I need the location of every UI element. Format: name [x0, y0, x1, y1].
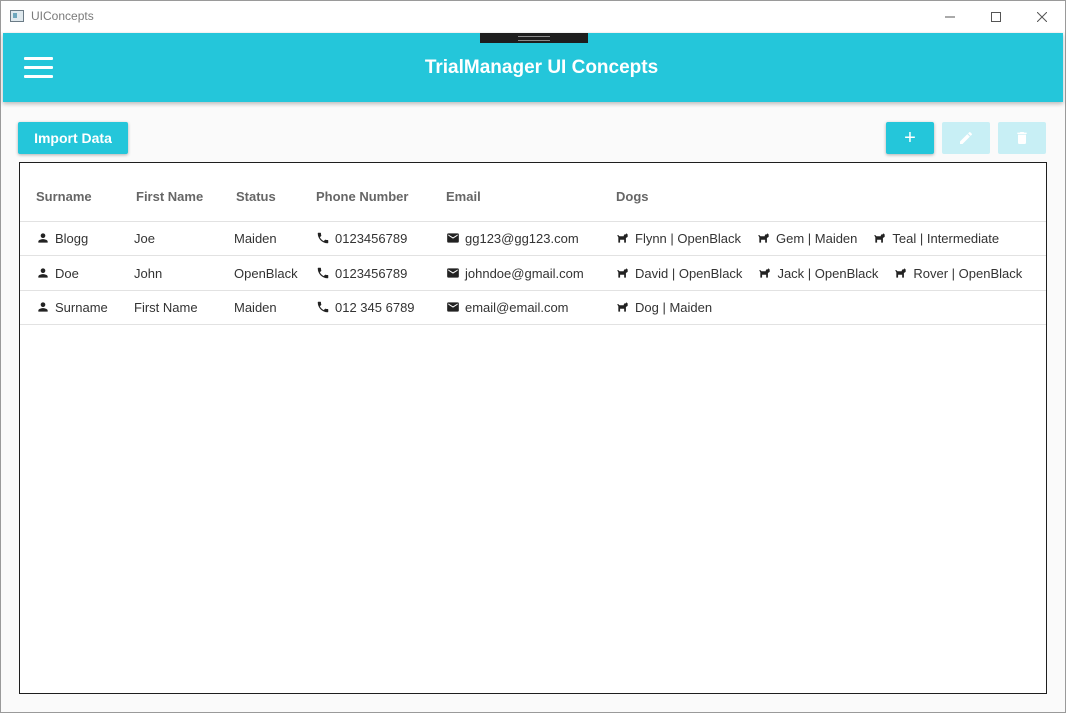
person-icon [38, 268, 48, 278]
table-row[interactable]: Surname First Name Maiden 012 345 6789 e… [20, 290, 1046, 325]
surname-text: Doe [55, 265, 79, 281]
phone-cell: 0123456789 [316, 221, 407, 255]
pencil-icon [960, 131, 973, 144]
dog-icon [895, 268, 907, 278]
surname-text: Blogg [55, 230, 89, 246]
person-icon [38, 302, 48, 312]
surname-text: Surname [55, 299, 108, 315]
column-header-status[interactable]: Status [236, 167, 276, 225]
phone-cell: 012 345 6789 [316, 290, 415, 324]
phone-icon [317, 232, 329, 244]
first-name-cell: Joe [134, 230, 155, 246]
data-grid: Surname First Name Status Phone Number E… [19, 162, 1047, 694]
phone-icon [317, 301, 329, 313]
phone-text: 0123456789 [335, 265, 408, 281]
email-text: gg123@gg123.com [465, 230, 579, 246]
table-row[interactable]: Doe John OpenBlack 0123456789 johndoe@gm… [20, 256, 1046, 291]
phone-text: 012 345 6789 [335, 299, 415, 315]
app-bar: TrialManager UI Concepts [3, 33, 1063, 102]
dog-tag[interactable]: Dog | Maiden [616, 300, 712, 315]
dog-tag[interactable]: Teal | Intermediate [873, 231, 999, 246]
delete-button[interactable] [998, 122, 1046, 154]
email-text: email@email.com [465, 299, 569, 315]
app-title: TrialManager UI Concepts [424, 57, 659, 78]
dogs-cell: Dog | Maiden [616, 290, 728, 324]
dog-label: Teal | Intermediate [892, 230, 1000, 246]
dog-label: Flynn | OpenBlack [635, 230, 741, 246]
envelope-icon [447, 233, 459, 243]
email-cell: gg123@gg123.com [446, 221, 579, 255]
surname-cell: Doe [36, 256, 79, 290]
first-name-cell: First Name [134, 299, 198, 315]
table-row[interactable]: Blogg Joe Maiden 0123456789 gg123@gg123.… [20, 221, 1046, 256]
minimize-button[interactable] [927, 1, 973, 32]
import-data-button[interactable]: Import Data [18, 122, 128, 154]
dog-icon [617, 302, 628, 312]
envelope-icon [447, 302, 459, 312]
window-title: UIConcepts [31, 9, 94, 23]
dog-label: David | OpenBlack [635, 265, 743, 281]
phone-cell: 0123456789 [316, 256, 407, 290]
app-icon [10, 10, 24, 22]
dog-tag[interactable]: Rover | OpenBlack [894, 266, 1022, 281]
column-header-phone[interactable]: Phone Number [316, 167, 408, 225]
column-header-email[interactable]: Email [446, 167, 481, 225]
status-cell: OpenBlack [234, 265, 298, 281]
email-text: johndoe@gmail.com [465, 265, 584, 281]
first-name-cell: John [134, 265, 163, 281]
grid-header-row: Surname First Name Status Phone Number E… [20, 163, 1046, 222]
dog-icon [617, 268, 628, 278]
dogs-cell: David | OpenBlack Jack | OpenBlack Rover… [616, 256, 1038, 290]
title-bar[interactable]: UIConcepts [1, 1, 1065, 32]
dog-label: Gem | Maiden [775, 230, 858, 246]
column-header-first-name[interactable]: First Name [136, 167, 203, 225]
status-cell: Maiden [234, 299, 277, 315]
phone-icon [317, 267, 329, 279]
drag-grip[interactable] [480, 33, 588, 43]
dog-tag[interactable]: Gem | Maiden [757, 231, 857, 246]
dog-icon [759, 268, 771, 278]
maximize-button[interactable] [973, 1, 1019, 32]
envelope-icon [447, 268, 459, 278]
edit-button[interactable] [942, 122, 990, 154]
maximize-icon [991, 11, 1001, 22]
dog-icon [617, 233, 628, 243]
surname-cell: Surname [36, 290, 108, 324]
add-button[interactable]: + [886, 122, 934, 154]
dogs-cell: Flynn | OpenBlack Gem | Maiden Teal | In… [616, 221, 1015, 255]
dog-label: Rover | OpenBlack [913, 265, 1023, 281]
trash-icon [1017, 132, 1027, 144]
minimize-icon [945, 16, 955, 17]
dog-label: Dog | Maiden [635, 299, 713, 315]
dog-icon [874, 233, 886, 243]
email-cell: johndoe@gmail.com [446, 256, 584, 290]
close-button[interactable] [1019, 1, 1065, 32]
column-header-surname[interactable]: Surname [36, 167, 92, 225]
dog-tag[interactable]: David | OpenBlack [616, 266, 742, 281]
surname-cell: Blogg [36, 221, 88, 255]
phone-text: 0123456789 [335, 230, 408, 246]
dog-icon [758, 233, 769, 243]
person-icon [38, 233, 48, 243]
dog-tag[interactable]: Jack | OpenBlack [758, 266, 878, 281]
dog-tag[interactable]: Flynn | OpenBlack [616, 231, 741, 246]
close-icon [1037, 11, 1047, 22]
status-cell: Maiden [234, 230, 277, 246]
column-header-dogs[interactable]: Dogs [616, 167, 649, 225]
dog-label: Jack | OpenBlack [777, 265, 879, 281]
email-cell: email@email.com [446, 290, 569, 324]
